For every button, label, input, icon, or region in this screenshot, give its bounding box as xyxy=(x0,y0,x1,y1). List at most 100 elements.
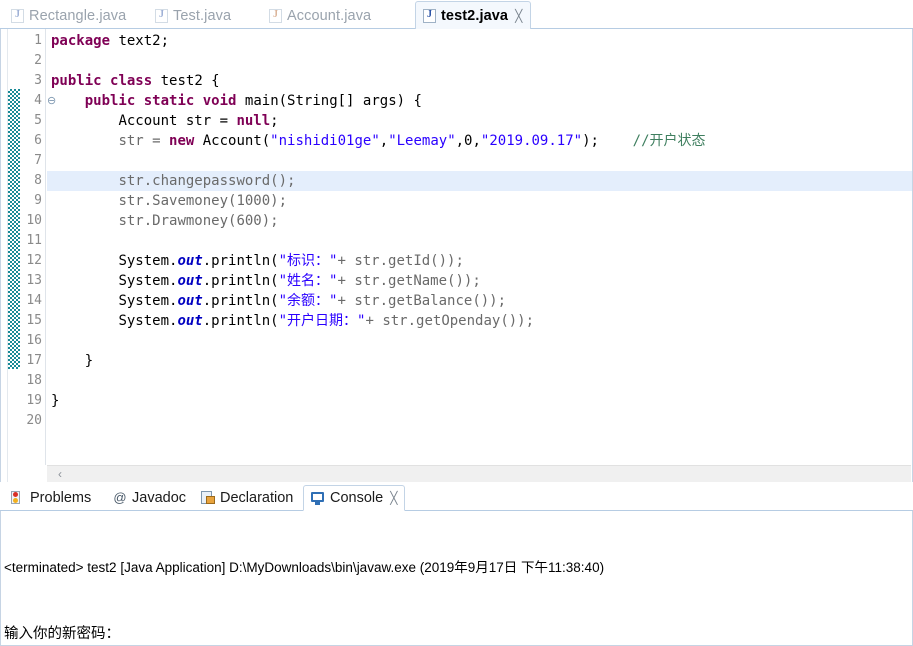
bottom-tab-label: Console xyxy=(330,490,384,506)
token-statement: str.Savemoney(1000); xyxy=(118,193,288,209)
code-line-20[interactable] xyxy=(47,411,912,431)
eclipse-ide-window: Rectangle.java Test.java Account.java te… xyxy=(0,0,913,646)
token-statement: str.changepassword(); xyxy=(118,173,296,189)
token-text: ); xyxy=(582,133,599,149)
code-line-4[interactable]: public static void main(String[] args) { xyxy=(47,91,912,111)
line-number: 19 xyxy=(26,393,42,408)
token-keyword: static xyxy=(143,93,195,109)
code-line-13[interactable]: System.out.println("姓名："+ str.getName())… xyxy=(47,271,912,291)
token-keyword: public xyxy=(84,93,136,109)
code-line-5[interactable]: Account str = null; xyxy=(47,111,912,131)
close-icon[interactable]: ╳ xyxy=(515,9,522,23)
token-brace: } xyxy=(51,393,60,409)
token-text: main(String[] args) { xyxy=(244,93,422,109)
line-number: 15 xyxy=(26,313,42,328)
token-keyword: new xyxy=(169,133,195,149)
code-editor[interactable]: 1 2 3 4 5 6 7 8 9 10 11 12 13 14 15 16 1… xyxy=(0,29,913,482)
code-line-15[interactable]: System.out.println("开户日期："+ str.getOpend… xyxy=(47,311,912,331)
code-line-6[interactable]: str = new Account("nishidi01ge","Leemay"… xyxy=(47,131,912,151)
editor-tab-test2-java[interactable]: test2.java ╳ xyxy=(415,1,532,29)
token-text: , xyxy=(379,133,389,149)
line-number: 2 xyxy=(34,53,42,68)
code-line-19[interactable]: } xyxy=(47,391,912,411)
editor-tab-label: Account.java xyxy=(287,7,372,24)
editor-marker-bar[interactable] xyxy=(1,29,8,482)
token-string: "姓名：" xyxy=(278,273,338,289)
line-number: 5 xyxy=(34,113,42,128)
code-line-17[interactable]: } xyxy=(47,351,912,371)
tab-declaration[interactable]: Declaration xyxy=(194,485,300,511)
code-line-12[interactable]: System.out.println("标识："+ str.getId()); xyxy=(47,251,912,271)
token-keyword: class xyxy=(110,73,153,89)
editor-tab-account-java[interactable]: Account.java xyxy=(262,2,379,29)
code-line-14[interactable]: System.out.println("余额："+ str.getBalance… xyxy=(47,291,912,311)
editor-folding-bar[interactable] xyxy=(8,29,20,482)
token-text: System. xyxy=(118,293,178,309)
bottom-view-stack: Problems @ Javadoc Declaration Console ╳… xyxy=(0,484,913,646)
token-string: "2019.09.17" xyxy=(480,133,583,149)
console-icon xyxy=(311,491,325,505)
close-icon[interactable]: ╳ xyxy=(390,491,397,505)
tab-problems[interactable]: Problems xyxy=(4,485,98,511)
java-file-icon xyxy=(423,8,436,23)
line-number: 9 xyxy=(34,193,42,208)
token-text: + str.getId()); xyxy=(337,253,464,269)
line-number: 14 xyxy=(26,293,42,308)
line-number: 20 xyxy=(26,413,42,428)
editor-horizontal-scrollbar[interactable]: ‹ xyxy=(47,465,911,482)
tab-console[interactable]: Console ╳ xyxy=(303,485,406,511)
code-line-2[interactable] xyxy=(47,51,912,71)
token-text: System. xyxy=(118,313,178,329)
code-line-1[interactable]: package text2; xyxy=(47,31,912,51)
token-keyword: public xyxy=(51,73,102,89)
token-text: Account str = xyxy=(118,113,237,129)
token-local-var: str = xyxy=(118,133,170,149)
editor-tab-test-java[interactable]: Test.java xyxy=(148,2,239,29)
token-text: + str.getBalance()); xyxy=(337,293,507,309)
console-process-header: <terminated> test2 [Java Application] D:… xyxy=(4,560,605,575)
code-line-8[interactable]: str.changepassword(); xyxy=(47,171,912,191)
code-line-11[interactable] xyxy=(47,231,912,251)
token-text: .println( xyxy=(202,313,279,329)
code-line-7[interactable] xyxy=(47,151,912,171)
editor-tab-label: test2.java xyxy=(441,7,509,24)
line-number: 8 xyxy=(34,173,42,188)
tab-javadoc[interactable]: @ Javadoc xyxy=(106,485,193,511)
token-string: "余额：" xyxy=(278,293,338,309)
code-line-10[interactable]: str.Drawmoney(600); xyxy=(47,211,912,231)
editor-tab-label: Rectangle.java xyxy=(29,7,127,24)
token-text: .println( xyxy=(202,253,279,269)
token-statement: str.Drawmoney(600); xyxy=(118,213,279,229)
token-text: ,0, xyxy=(455,133,481,149)
token-string: "Leemay" xyxy=(388,133,456,149)
console-text: <terminated> test2 [Java Application] D:… xyxy=(4,513,910,645)
token-text: + str.getName()); xyxy=(337,273,481,289)
token-text: System. xyxy=(118,253,178,269)
bottom-tab-bar: Problems @ Javadoc Declaration Console ╳ xyxy=(0,484,913,511)
scroll-left-arrow-icon[interactable]: ‹ xyxy=(53,467,67,481)
code-line-9[interactable]: str.Savemoney(1000); xyxy=(47,191,912,211)
bottom-tab-label: Javadoc xyxy=(132,490,187,506)
editor-tab-rectangle-java[interactable]: Rectangle.java xyxy=(4,2,134,29)
token-keyword: void xyxy=(202,93,237,109)
token-keyword: null xyxy=(236,113,271,129)
line-number: 1 xyxy=(34,33,42,48)
code-line-3[interactable]: public class test2 { xyxy=(47,71,912,91)
line-number: 16 xyxy=(26,333,42,348)
code-line-18[interactable] xyxy=(47,371,912,391)
java-file-icon xyxy=(11,8,24,23)
console-line: 输入你的新密码： xyxy=(4,626,120,642)
editor-text-area[interactable]: package text2; public class test2 { publ… xyxy=(47,29,912,482)
javadoc-at-icon: @ xyxy=(113,490,127,505)
console-output-area[interactable]: <terminated> test2 [Java Application] D:… xyxy=(0,511,913,646)
line-number: 11 xyxy=(26,233,42,248)
token-text: .println( xyxy=(202,293,279,309)
line-number: 12 xyxy=(26,253,42,268)
code-line-16[interactable] xyxy=(47,331,912,351)
token-brace: } xyxy=(84,353,94,369)
line-number: 17 xyxy=(26,353,42,368)
line-number: 18 xyxy=(26,373,42,388)
